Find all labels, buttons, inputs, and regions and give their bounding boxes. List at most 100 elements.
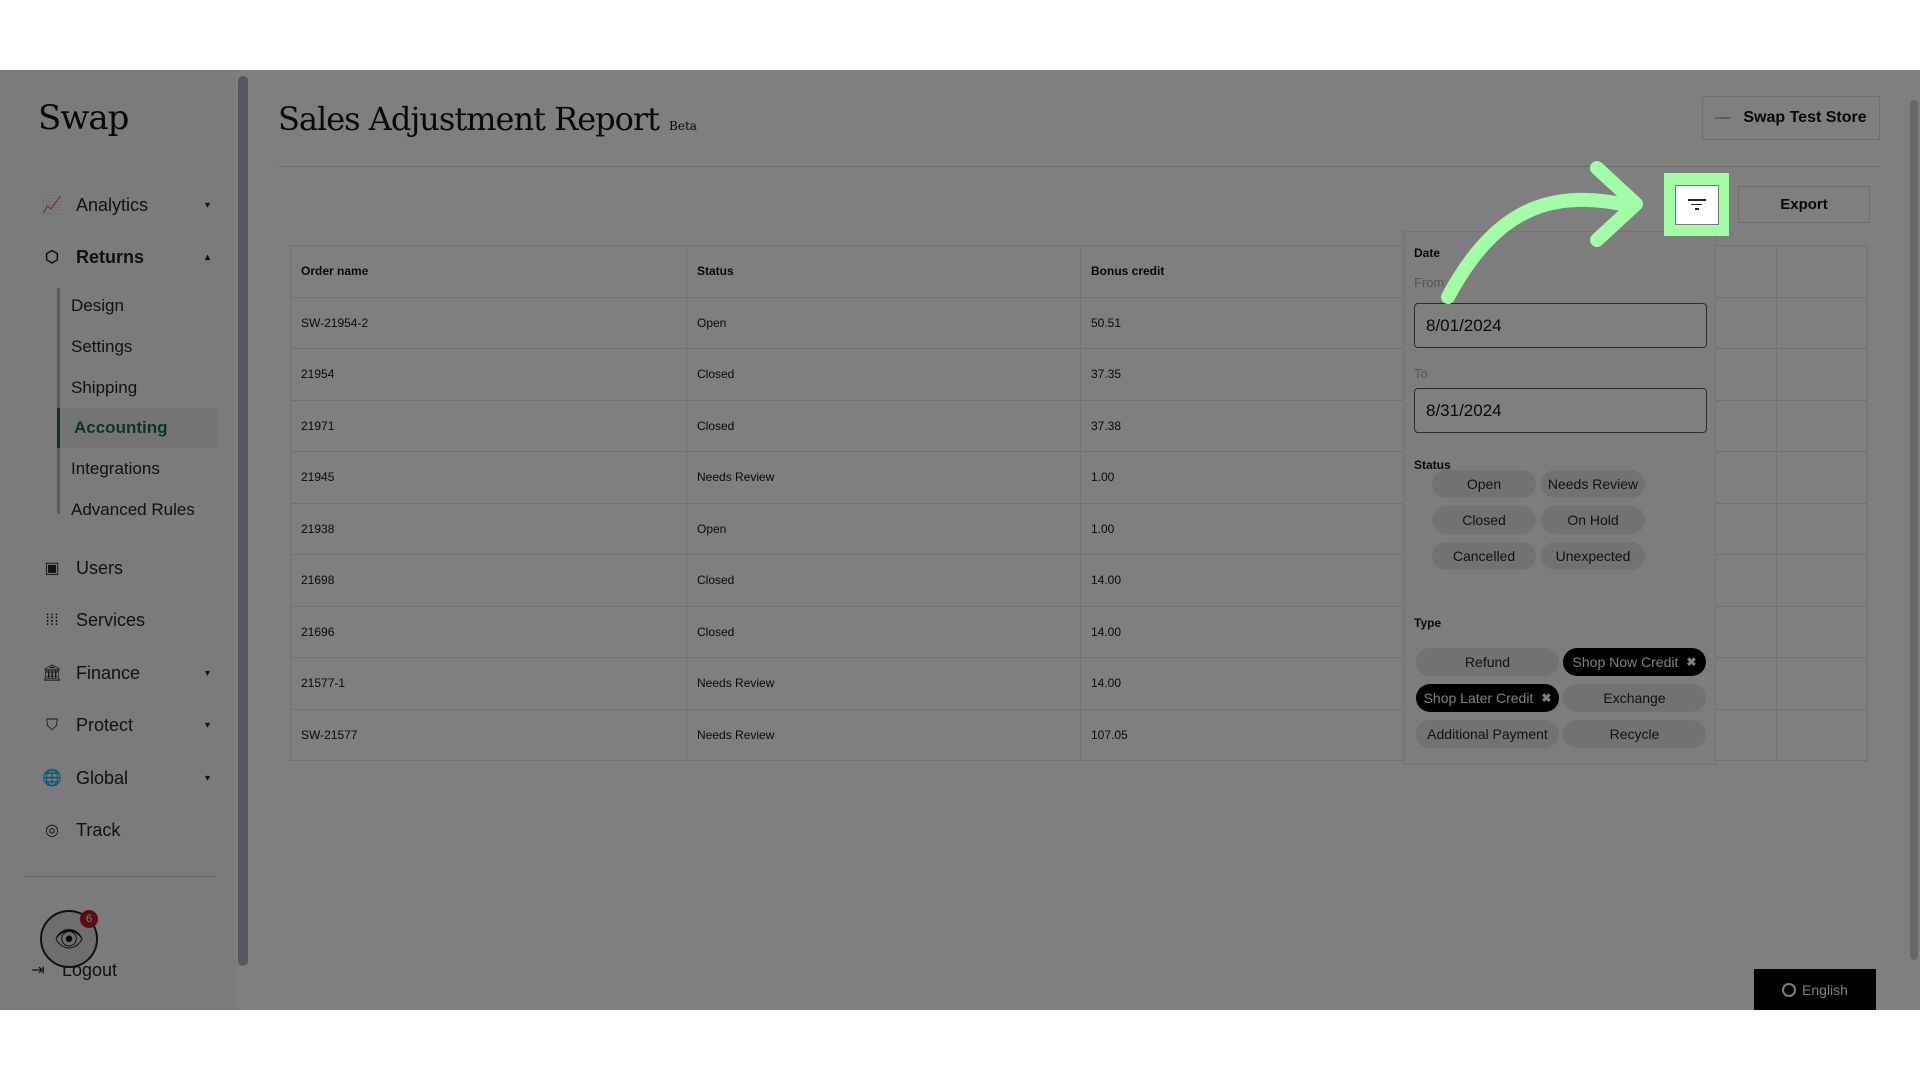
- sub-integrations[interactable]: Integrations: [71, 459, 160, 479]
- submenu-line: [57, 288, 60, 514]
- nav-protect[interactable]: ⛉ Protect ▾: [42, 715, 210, 736]
- table-cell: 21698: [290, 554, 687, 607]
- store-name: Swap Test Store: [1743, 109, 1867, 126]
- filter-icon: [1687, 199, 1706, 201]
- sidebar: Swap 📈 Analytics ▾ ⬡ Returns ▴ Design Settin…: [0, 70, 248, 1010]
- table-cell: SW-21577: [290, 708, 687, 761]
- remove-icon[interactable]: ✖: [1686, 655, 1696, 669]
- table-cell: [1776, 657, 1868, 710]
- grid-icon: ⁞⁞⁞: [45, 611, 59, 629]
- table-cell: [1776, 348, 1868, 401]
- nav-label: Analytics: [76, 195, 149, 215]
- table-cell: [1776, 399, 1868, 452]
- table-cell: 21945: [290, 451, 687, 504]
- column-header: Order name: [290, 245, 687, 298]
- target-icon: ◎: [45, 821, 59, 839]
- type-chip[interactable]: Shop Later Credit ✖: [1416, 684, 1559, 712]
- nav-users[interactable]: ▣ Users: [42, 558, 210, 579]
- filter-panel: Date From 8/01/2024 To 8/31/2024 Status …: [1403, 231, 1716, 765]
- sub-shipping[interactable]: Shipping: [71, 378, 137, 398]
- table-cell: Open: [686, 296, 1081, 349]
- chip-label: Refund: [1464, 654, 1511, 670]
- beta-badge: Beta: [669, 119, 697, 133]
- column-header: Status: [686, 245, 1081, 298]
- page-scrollbar[interactable]: [1910, 100, 1918, 960]
- shield-icon: ⛉: [45, 716, 58, 734]
- caret-down-icon: ▾: [204, 668, 210, 679]
- table-cell: 21954: [290, 348, 687, 401]
- globe-icon: 🌐: [42, 769, 62, 787]
- language-button[interactable]: English: [1754, 969, 1876, 1010]
- table-cell: [1776, 708, 1868, 761]
- caret-down-icon: ▾: [204, 200, 210, 211]
- chip-label: Additional Payment: [1427, 726, 1548, 742]
- table-cell: [1776, 554, 1868, 607]
- from-label: From: [1414, 275, 1445, 290]
- logo: Swap: [38, 98, 129, 138]
- status-chip[interactable]: Needs Review: [1541, 470, 1645, 498]
- app: Swap 📈 Analytics ▾ ⬡ Returns ▴ Design Settin…: [0, 70, 1920, 1010]
- sub-settings[interactable]: Settings: [71, 337, 132, 357]
- table-cell: 21696: [290, 605, 687, 658]
- box-icon: ⬡: [45, 248, 59, 266]
- page-title: Sales Adjustment Report Beta: [278, 100, 697, 138]
- logout-icon: ⇥: [31, 961, 45, 979]
- remove-icon[interactable]: ✖: [1541, 691, 1551, 705]
- table-cell: 21938: [290, 502, 687, 555]
- status-chip[interactable]: Cancelled: [1432, 542, 1536, 570]
- type-chip[interactable]: Shop Now Credit ✖: [1563, 648, 1706, 676]
- store-selector[interactable]: Swap Test Store: [1702, 96, 1880, 140]
- globe-icon: [1782, 982, 1797, 997]
- nav-label: Protect: [76, 715, 134, 735]
- table-cell: Closed: [686, 348, 1081, 401]
- status-chip[interactable]: Open: [1432, 470, 1536, 498]
- table-cell: Needs Review: [686, 708, 1081, 761]
- filter-icon-line: [1694, 208, 1699, 210]
- status-chip[interactable]: On Hold: [1541, 506, 1645, 534]
- type-chip[interactable]: Additional Payment: [1416, 720, 1559, 748]
- table-cell: Open: [686, 502, 1081, 555]
- status-chip[interactable]: Closed: [1432, 506, 1536, 534]
- nav-track[interactable]: ◎ Track: [42, 820, 210, 841]
- table-cell: [1776, 296, 1868, 349]
- sub-advanced-rules[interactable]: Advanced Rules: [71, 500, 195, 520]
- to-label: To: [1414, 366, 1428, 381]
- type-chip[interactable]: Recycle: [1563, 720, 1706, 748]
- export-button[interactable]: Export: [1738, 186, 1870, 223]
- nav-label: Services: [76, 610, 146, 630]
- chart-icon: 📈: [42, 196, 62, 214]
- nav-label: Finance: [76, 663, 141, 683]
- nav-label: Global: [76, 768, 129, 788]
- status-chip[interactable]: Unexpected: [1541, 542, 1645, 570]
- table-cell: Closed: [686, 399, 1081, 452]
- nav-label: Users: [76, 558, 124, 578]
- table-cell: SW-21954-2: [290, 296, 687, 349]
- nav-global[interactable]: 🌐 Global ▾: [42, 768, 210, 789]
- table-cell: [1776, 451, 1868, 504]
- caret-down-icon: ▾: [204, 720, 210, 731]
- language-label: English: [1802, 981, 1848, 998]
- nav-returns[interactable]: ⬡ Returns ▴: [42, 247, 210, 268]
- filter-button-highlight: [1664, 173, 1729, 236]
- nav-label: Returns: [76, 247, 145, 267]
- to-date-input[interactable]: 8/31/2024: [1414, 388, 1707, 433]
- chip-label: Recycle: [1609, 726, 1660, 742]
- filter-button[interactable]: [1674, 184, 1719, 225]
- table-cell: [1776, 605, 1868, 658]
- table-cell: 21971: [290, 399, 687, 452]
- nav-finance[interactable]: 🏛 Finance ▾: [42, 663, 210, 684]
- type-chip[interactable]: Exchange: [1563, 684, 1706, 712]
- header-divider: [278, 166, 1880, 167]
- from-date-input[interactable]: 8/01/2024: [1414, 303, 1707, 348]
- type-chip[interactable]: Refund: [1416, 648, 1559, 676]
- column-header: [1776, 245, 1868, 298]
- sidebar-scrollbar[interactable]: [238, 76, 248, 966]
- sub-accounting[interactable]: Accounting: [57, 408, 217, 448]
- table-cell: Needs Review: [686, 657, 1081, 710]
- chip-label: Exchange: [1603, 690, 1666, 706]
- nav-analytics[interactable]: 📈 Analytics ▾: [42, 195, 210, 216]
- type-label: Type: [1414, 616, 1442, 630]
- sub-design[interactable]: Design: [71, 296, 124, 316]
- caret-up-icon: ▴: [204, 252, 210, 263]
- nav-services[interactable]: ⁞⁞⁞ Services: [42, 610, 210, 631]
